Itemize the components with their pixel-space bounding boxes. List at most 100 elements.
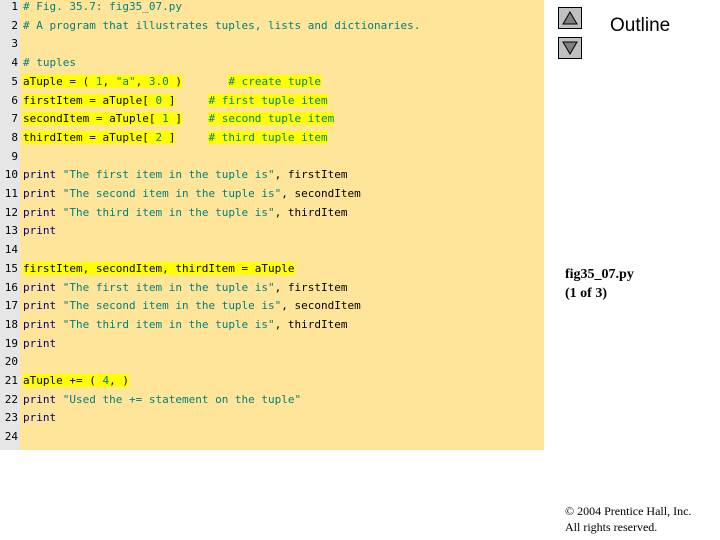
file-info: fig35_07.py (1 of 3)	[565, 265, 634, 303]
code-token: "The second item in the tuple is"	[62, 187, 282, 200]
code-text: firstItem, secondItem, thirdItem = aTupl…	[23, 260, 295, 279]
code-token: ]	[162, 130, 176, 144]
code-line: 24	[0, 428, 544, 447]
code-text: # Fig. 35.7: fig35_07.py	[23, 0, 182, 17]
code-token: # tuples	[23, 56, 76, 70]
line-number: 24	[4, 430, 18, 444]
code-token: # Fig. 35.7: fig35_07.py	[23, 0, 182, 13]
code-line: 10 print "The first item in the tuple is"…	[0, 166, 544, 185]
line-number: 6	[11, 93, 18, 107]
code-text: firstItem = aTuple[ 0 ] # first tuple it…	[23, 92, 328, 111]
code-token: print	[23, 205, 57, 219]
code-token: print	[23, 187, 57, 200]
code-token: "Used the += statement on the tuple"	[62, 392, 302, 406]
code-line: 13 print	[0, 222, 544, 241]
code-token: ,	[102, 74, 116, 88]
code-token: firstItem, secondItem, thirdItem = aTupl…	[23, 261, 295, 275]
code-token: print	[23, 299, 57, 313]
next-slide-button[interactable]	[558, 37, 582, 59]
code-token: secondItem = aTuple[	[23, 112, 163, 126]
code-token: print	[23, 411, 57, 425]
code-text: print "The second item in the tuple is",…	[23, 185, 361, 204]
code-token: # create tuple	[228, 74, 322, 88]
code-line: 1 # Fig. 35.7: fig35_07.py	[0, 0, 544, 17]
code-token: # A program that illustrates tuples, lis…	[23, 18, 421, 32]
code-token: "The first item in the tuple is"	[62, 280, 275, 294]
code-line: 15 firstItem, secondItem, thirdItem = aTu…	[0, 260, 544, 279]
code-token: # first tuple item	[208, 93, 328, 107]
code-token: 1	[162, 112, 169, 126]
code-line: 4 # tuples	[0, 54, 544, 73]
code-line: 11 print "The second item in the tuple is…	[0, 185, 544, 204]
code-token: "The third item in the tuple is"	[62, 205, 275, 219]
line-number: 7	[11, 112, 18, 126]
line-number: 4	[11, 56, 18, 70]
code-line: 17 print "The second item in the tuple is…	[0, 297, 544, 316]
code-line: 3	[0, 35, 544, 54]
line-number: 8	[11, 130, 18, 144]
code-text: aTuple = ( 1, "a", 3.0 ) # create tuple	[23, 73, 322, 92]
code-text: print	[23, 409, 56, 428]
code-token: ]	[162, 93, 176, 107]
code-text: # tuples	[23, 54, 76, 73]
line-number: 11	[4, 187, 18, 200]
code-token: , thirdItem	[274, 317, 348, 331]
code-line: 22 print "Used the += statement on the tu…	[0, 391, 544, 410]
code-text: aTuple += ( 4, )	[23, 372, 129, 391]
copyright-notice: © 2004 Prentice Hall, Inc. All rights re…	[565, 503, 691, 535]
line-number: 14	[4, 243, 18, 257]
code-token: "The second item in the tuple is"	[62, 299, 282, 313]
line-number: 19	[4, 336, 18, 350]
outline-title[interactable]: Outline	[610, 15, 670, 37]
code-line: 6 firstItem = aTuple[ 0 ] # first tuple i…	[0, 92, 544, 111]
code-token: # second tuple item	[208, 112, 335, 126]
triangle-up-icon	[562, 11, 578, 25]
code-line: 23 print	[0, 409, 544, 428]
code-line: 20	[0, 353, 544, 372]
code-token: , firstItem	[274, 280, 348, 294]
code-text: print	[23, 335, 56, 354]
code-token: # third tuple item	[208, 130, 328, 144]
code-token: print	[23, 280, 57, 294]
code-token: print	[23, 392, 57, 406]
code-token: print	[23, 168, 57, 182]
code-line: 14	[0, 241, 544, 260]
code-text: print "The second item in the tuple is",…	[23, 297, 361, 316]
line-number: 12	[4, 205, 18, 219]
line-number: 5	[11, 74, 18, 88]
line-number: 18	[4, 317, 18, 331]
code-token: aTuple = (	[23, 74, 96, 88]
code-token: 3.0	[148, 74, 169, 88]
code-token: print	[23, 317, 57, 331]
code-token: ,	[135, 74, 149, 88]
previous-slide-button[interactable]	[558, 7, 582, 29]
code-token: print	[23, 336, 57, 350]
line-number: 2	[11, 18, 18, 32]
code-line: 21 aTuple += ( 4, )	[0, 372, 544, 391]
file-name: fig35_07.py	[565, 267, 634, 282]
code-text: # A program that illustrates tuples, lis…	[23, 17, 420, 36]
line-number: 15	[4, 261, 18, 275]
code-text: print "Used the += statement on the tupl…	[23, 391, 301, 410]
code-text: print "The first item in the tuple is", …	[23, 166, 348, 185]
code-listing: 1 # Fig. 35.7: fig35_07.py 2 # A program th…	[0, 0, 544, 450]
code-text: print	[23, 222, 56, 241]
line-number: 17	[4, 299, 18, 313]
code-token: , thirdItem	[274, 205, 348, 219]
code-line: 12 print "The third item in the tuple is"…	[0, 204, 544, 223]
code-line: 16 print "The first item in the tuple is"…	[0, 279, 544, 298]
code-text: print "The third item in the tuple is", …	[23, 204, 348, 223]
code-token: print	[23, 224, 57, 238]
code-text: print "The first item in the tuple is", …	[23, 279, 348, 298]
code-token: "The first item in the tuple is"	[62, 168, 275, 182]
code-token: , secondItem	[281, 299, 361, 313]
